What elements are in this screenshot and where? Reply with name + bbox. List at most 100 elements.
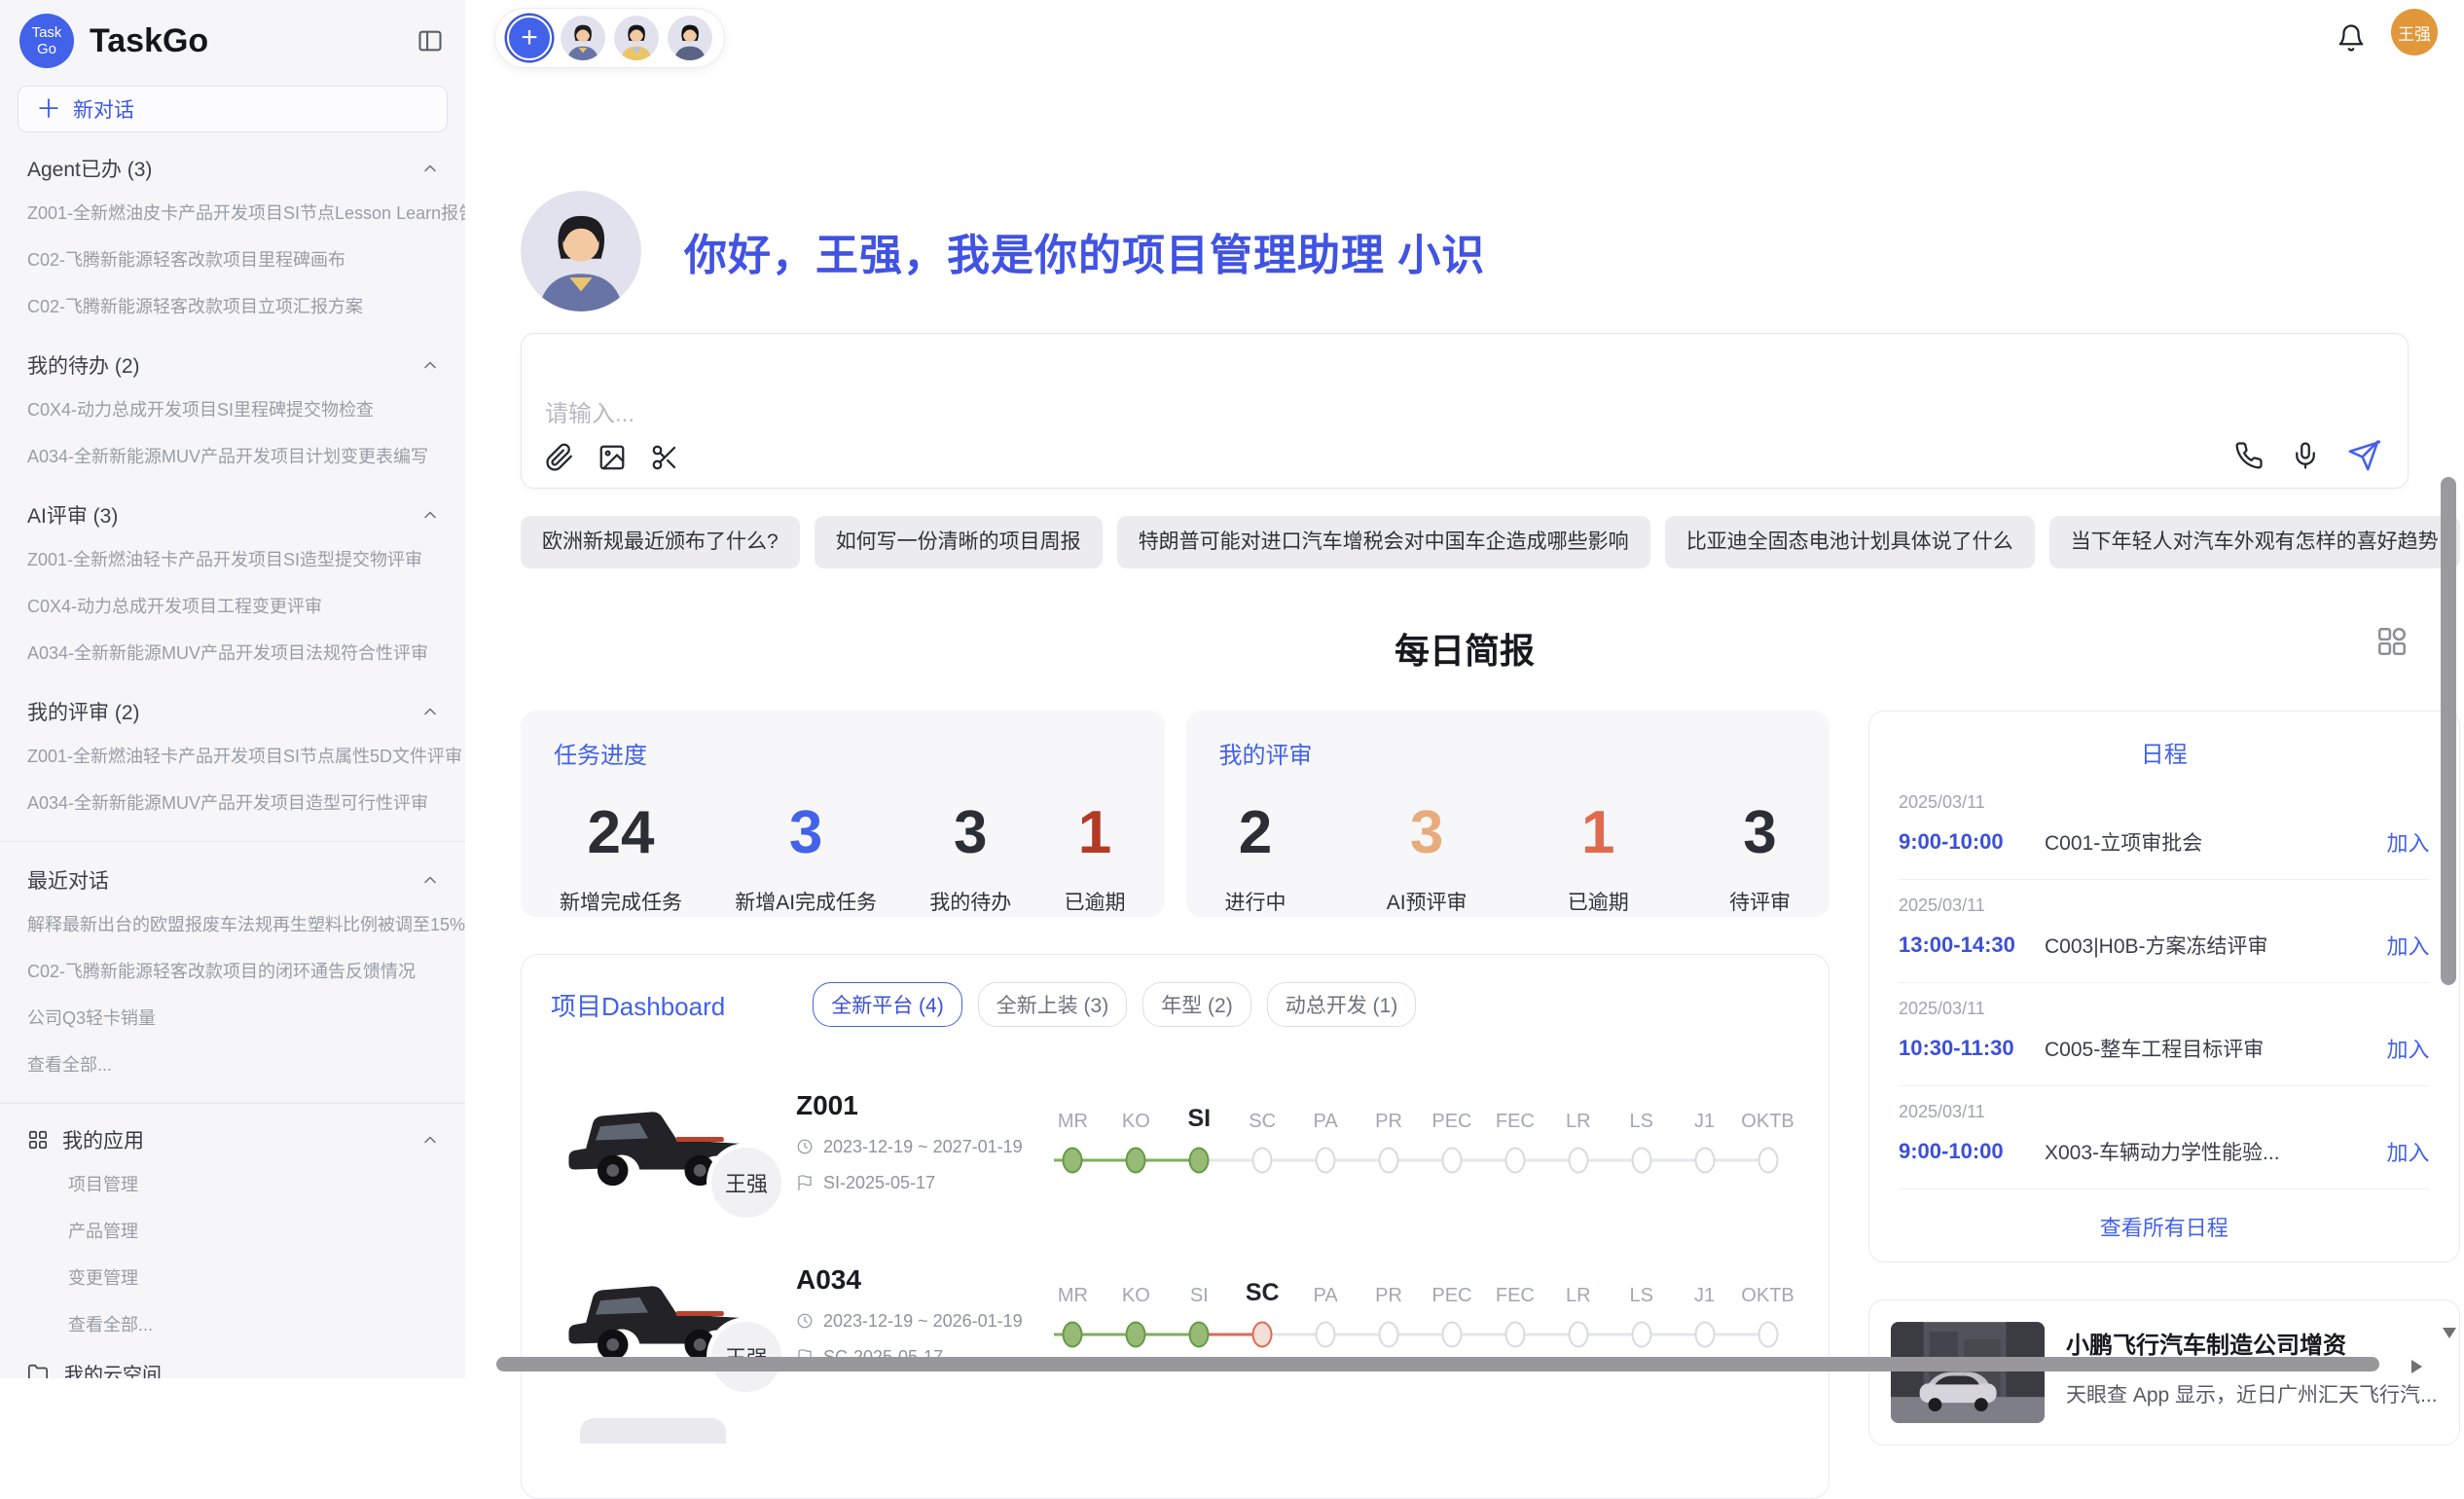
milestone-dot[interactable] (1631, 1147, 1651, 1173)
app-item[interactable]: 项目管理 (0, 1160, 465, 1207)
agent-avatar-3[interactable] (668, 16, 712, 60)
sidebar-task-item[interactable]: Z001-全新燃油轻卡产品开发项目SI节点属性5D文件评审 (0, 732, 465, 779)
milestone-dot[interactable] (1504, 1321, 1525, 1347)
chevron-up-icon[interactable] (420, 159, 440, 178)
schedule-view-all-link[interactable]: 查看所有日程 (1899, 1211, 2430, 1242)
milestone-label: FEC (1496, 1096, 1535, 1133)
sidebar-item-folder[interactable]: 我的云空间 (0, 1347, 465, 1378)
call-button[interactable] (2234, 441, 2264, 470)
milestone: MR (1041, 1270, 1105, 1354)
schedule-join-link[interactable]: 加入 (2387, 1033, 2430, 1064)
milestone-dot[interactable] (1441, 1147, 1462, 1173)
chevron-up-icon[interactable] (420, 702, 440, 721)
milestone-dot[interactable] (1504, 1147, 1525, 1173)
chevron-up-icon[interactable] (420, 870, 440, 890)
chevron-up-icon[interactable] (420, 505, 440, 525)
chevron-up-icon[interactable] (420, 1130, 440, 1150)
milestone-dot-row (1673, 1141, 1736, 1180)
milestone-dot[interactable] (1189, 1147, 1210, 1173)
milestone-dot[interactable] (1316, 1147, 1336, 1173)
briefing-layout-icon[interactable] (2375, 625, 2409, 663)
suggestion-chip[interactable]: 欧洲新规最近颁布了什么? (521, 516, 800, 568)
milestone-dot[interactable] (1189, 1321, 1210, 1347)
app-logo-line2: Go (37, 41, 56, 57)
chevron-up-icon[interactable] (420, 355, 440, 375)
agent-avatar-2[interactable] (614, 16, 659, 60)
recent-chat-item[interactable]: C02-飞腾新能源轻客改款项目的闭环通告反馈情况 (0, 947, 465, 994)
sidebar-task-item[interactable]: C02-飞腾新能源轻客改款项目立项汇报方案 (0, 282, 465, 329)
sidebar-section-3: 我的评审 (2) (0, 676, 465, 732)
sidebar-task-item[interactable]: Z001-全新燃油轻卡产品开发项目SI造型提交物评审 (0, 535, 465, 582)
sidebar-task-item[interactable]: A034-全新新能源MUV产品开发项目计划变更表编写 (0, 432, 465, 479)
milestone-dot[interactable] (1063, 1321, 1083, 1347)
sidebar-task-item[interactable]: C0X4-动力总成开发项目工程变更评审 (0, 582, 465, 629)
attach-button[interactable] (545, 443, 574, 472)
dashboard-title: 项目Dashboard (551, 987, 725, 1023)
screenshot-button[interactable] (650, 443, 679, 472)
vertical-scrollbar[interactable] (2441, 477, 2456, 985)
schedule-row: 9:00-10:00C001-立项审批会加入 (1899, 826, 2430, 858)
dashboard-tab[interactable]: 年型 (2) (1142, 982, 1251, 1027)
suggestion-chip[interactable]: 特朗普可能对进口汽车增税会对中国车企造成哪些影响 (1117, 516, 1650, 568)
milestone-label: PEC (1431, 1096, 1471, 1133)
stat-value: 3 (1729, 803, 1791, 863)
milestone-dot[interactable] (1379, 1147, 1399, 1173)
milestone-dot[interactable] (1252, 1147, 1273, 1173)
send-button[interactable] (2347, 439, 2380, 472)
sidebar-task-item[interactable]: C02-飞腾新能源轻客改款项目里程碑画布 (0, 236, 465, 282)
chat-input[interactable] (522, 334, 2408, 431)
suggestion-chip[interactable]: 当下年轻人对汽车外观有怎样的喜好趋势 (2049, 516, 2460, 568)
image-upload-button[interactable] (598, 443, 627, 472)
news-card[interactable]: 小鹏飞行汽车制造公司增资 天眼查 App 显示，近日广州汇天飞行汽... (1868, 1299, 2460, 1445)
app-item[interactable]: 产品管理 (0, 1207, 465, 1254)
milestone-dot[interactable] (1694, 1321, 1715, 1347)
milestone-dot[interactable] (1316, 1321, 1336, 1347)
schedule-join-link[interactable]: 加入 (2387, 826, 2430, 858)
notification-bell-icon[interactable] (2337, 23, 2366, 57)
app-item[interactable]: 变更管理 (0, 1254, 465, 1300)
milestone-dot[interactable] (1757, 1147, 1778, 1173)
recent-view-all-link[interactable]: 查看全部... (0, 1041, 465, 1087)
schedule-join-link[interactable]: 加入 (2387, 930, 2430, 961)
dashboard-tab[interactable]: 动总开发 (1) (1267, 982, 1417, 1027)
milestone-dot[interactable] (1568, 1321, 1588, 1347)
milestone: SI (1168, 1096, 1231, 1180)
milestone-dot-row (1041, 1141, 1105, 1180)
suggestion-chip[interactable]: 如何写一份清晰的项目周报 (815, 516, 1103, 568)
milestone-dot[interactable] (1757, 1321, 1778, 1347)
project-dashboard-card: 项目Dashboard 全新平台 (4) 全新上装 (3) 年型 (2) 动总开发 (… (521, 954, 1830, 1499)
recent-chat-item[interactable]: 公司Q3轻卡销量 (0, 994, 465, 1041)
add-agent-button[interactable]: + (507, 16, 552, 60)
sidebar-task-item[interactable]: Z001-全新燃油皮卡产品开发项目SI节点Lesson Learn报告 (0, 189, 465, 236)
recent-chat-item[interactable]: 解释最新出台的欧盟报废车法规再生塑料比例被调至15%... (0, 900, 465, 947)
new-chat-button[interactable]: ＋ 新对话 (18, 86, 448, 132)
milestone-dot-row (1736, 1141, 1799, 1180)
scroll-down-arrow-icon[interactable] (2443, 1328, 2456, 1338)
milestone-dot[interactable] (1568, 1147, 1588, 1173)
milestone-dot[interactable] (1441, 1321, 1462, 1347)
schedule-join-link[interactable]: 加入 (2387, 1136, 2430, 1167)
dashboard-tab[interactable]: 全新上装 (3) (978, 982, 1128, 1027)
scroll-right-arrow-icon[interactable] (2411, 1360, 2422, 1373)
apps-view-all-link[interactable]: 查看全部... (0, 1300, 465, 1347)
milestone-dot[interactable] (1252, 1321, 1273, 1347)
sidebar-collapse-button[interactable] (417, 27, 444, 55)
suggestion-chip[interactable]: 比亚迪全固态电池计划具体说了什么 (1665, 516, 2035, 568)
milestone-dot[interactable] (1631, 1321, 1651, 1347)
dashboard-tab[interactable]: 全新平台 (4) (813, 982, 962, 1027)
voice-button[interactable] (2291, 441, 2320, 470)
sidebar-task-item[interactable]: A034-全新新能源MUV产品开发项目造型可行性评审 (0, 779, 465, 825)
user-avatar[interactable]: 王强 (2391, 9, 2438, 55)
milestone-label: LS (1629, 1270, 1652, 1307)
sidebar-task-item[interactable]: C0X4-动力总成开发项目SI里程碑提交物检查 (0, 385, 465, 432)
milestone-dot[interactable] (1126, 1321, 1146, 1347)
milestone-dot[interactable] (1126, 1147, 1146, 1173)
horizontal-scrollbar[interactable] (496, 1357, 2379, 1371)
milestone-dot[interactable] (1379, 1321, 1399, 1347)
sidebar-task-item[interactable]: A034-全新新能源MUV产品开发项目法规符合性评审 (0, 629, 465, 676)
briefing-card: 任务进度24新增完成任务3新增AI完成任务3我的待办1已逾期 (521, 711, 1165, 917)
milestone-dot[interactable] (1694, 1147, 1715, 1173)
milestone-dot[interactable] (1063, 1147, 1083, 1173)
stat-value: 1 (1568, 803, 1629, 863)
agent-avatar-1[interactable] (561, 16, 605, 60)
